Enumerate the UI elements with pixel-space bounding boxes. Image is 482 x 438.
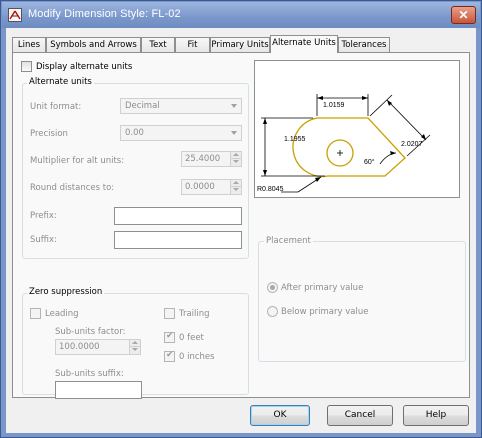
display-alternate-units-label: Display alternate units bbox=[36, 62, 133, 72]
below-primary-radio[interactable] bbox=[267, 306, 278, 317]
tab-lines[interactable]: Lines bbox=[12, 37, 46, 52]
subunits-spin-buttons bbox=[129, 340, 140, 354]
chevron-down-icon bbox=[231, 104, 237, 108]
checkmark-icon: ✔ bbox=[166, 350, 174, 360]
after-primary-label: After primary value bbox=[281, 283, 364, 293]
tab-fit[interactable]: Fit bbox=[175, 37, 210, 52]
placement-group bbox=[258, 241, 466, 362]
preview-drawing: 1.0159 1.1955 2.0207 60° R0.8045 bbox=[257, 94, 431, 193]
subunits-suffix-input[interactable] bbox=[55, 381, 142, 399]
dim-top-label: 1.0159 bbox=[323, 102, 345, 109]
autocad-app-icon bbox=[8, 8, 22, 22]
subunits-factor-stepper[interactable]: 100.0000 bbox=[55, 339, 141, 355]
spin-up-icon[interactable] bbox=[230, 152, 241, 159]
leading-label: Leading bbox=[45, 309, 79, 319]
prefix-label: Prefix: bbox=[30, 211, 57, 221]
dialog-client-area: Lines Symbols and Arrows Text Fit Primar… bbox=[6, 28, 476, 433]
placement-group-title: Placement bbox=[264, 236, 313, 246]
unit-format-select[interactable]: Decimal bbox=[120, 98, 242, 114]
round-distances-label: Round distances to: bbox=[30, 183, 115, 193]
multiplier-stepper[interactable]: 25.4000 bbox=[181, 151, 242, 167]
spin-down-icon[interactable] bbox=[129, 347, 140, 354]
suffix-label: Suffix: bbox=[30, 235, 57, 245]
cancel-button[interactable]: Cancel bbox=[327, 405, 393, 426]
trailing-checkbox[interactable] bbox=[164, 308, 175, 319]
subunits-suffix-label: Sub-units suffix: bbox=[55, 369, 124, 379]
chevron-down-icon bbox=[231, 131, 237, 135]
tab-tolerances[interactable]: Tolerances bbox=[338, 37, 390, 52]
dim-right-label: 2.0207 bbox=[401, 141, 423, 148]
zero-feet-label: 0 feet bbox=[179, 333, 204, 343]
precision-label: Precision bbox=[30, 129, 68, 139]
spin-down-icon[interactable] bbox=[230, 187, 241, 194]
leading-checkbox[interactable] bbox=[30, 308, 41, 319]
dialog-window: Modify Dimension Style: FL-02 ✕ Lines Sy… bbox=[0, 0, 482, 438]
multiplier-value: 25.4000 bbox=[185, 154, 221, 164]
tab-symbols-and-arrows[interactable]: Symbols and Arrows bbox=[46, 37, 141, 52]
alternate-units-group-title: Alternate units bbox=[27, 77, 94, 87]
dim-radius-label: R0.8045 bbox=[257, 186, 284, 193]
part-outline bbox=[292, 117, 406, 178]
unit-format-value: Decimal bbox=[125, 101, 160, 111]
alternate-units-panel: Display alternate units Alternate units … bbox=[12, 52, 470, 399]
checkmark-icon: ✔ bbox=[166, 331, 174, 341]
round-distances-stepper[interactable]: 0.0000 bbox=[181, 179, 242, 195]
tab-strip: Lines Symbols and Arrows Text Fit Primar… bbox=[12, 35, 392, 53]
spin-up-icon[interactable] bbox=[230, 180, 241, 187]
spin-down-icon[interactable] bbox=[230, 159, 241, 166]
close-icon: ✕ bbox=[458, 8, 469, 22]
round-spin-buttons bbox=[230, 180, 241, 194]
tab-text[interactable]: Text bbox=[141, 37, 175, 52]
subunits-factor-label: Sub-units factor: bbox=[55, 327, 126, 337]
close-button[interactable]: ✕ bbox=[451, 6, 476, 24]
tab-alternate-units[interactable]: Alternate Units bbox=[270, 35, 338, 53]
zero-feet-checkbox[interactable]: ✔ bbox=[164, 331, 175, 343]
multiplier-label: Multiplier for alt units: bbox=[30, 156, 125, 166]
subunits-factor-value: 100.0000 bbox=[59, 342, 100, 352]
below-primary-label: Below primary value bbox=[281, 307, 369, 317]
zero-inches-checkbox[interactable]: ✔ bbox=[164, 350, 175, 362]
radio-dot-icon bbox=[270, 285, 275, 290]
after-primary-radio[interactable] bbox=[267, 282, 278, 293]
zero-suppression-group-title: Zero suppression bbox=[27, 287, 105, 297]
suffix-input[interactable] bbox=[114, 231, 242, 249]
ok-button[interactable]: OK bbox=[250, 405, 310, 426]
round-distances-value: 0.0000 bbox=[185, 182, 215, 192]
window-title: Modify Dimension Style: FL-02 bbox=[28, 8, 181, 20]
help-button[interactable]: Help bbox=[403, 405, 469, 426]
unit-format-label: Unit format: bbox=[30, 102, 82, 112]
dim-left-label: 1.1955 bbox=[284, 136, 306, 143]
trailing-label: Trailing bbox=[179, 309, 210, 319]
multiplier-spin-buttons bbox=[230, 152, 241, 166]
display-alternate-units-checkbox[interactable] bbox=[21, 61, 32, 72]
spin-up-icon[interactable] bbox=[129, 340, 140, 347]
precision-value: 0.00 bbox=[125, 128, 144, 138]
zero-inches-label: 0 inches bbox=[179, 352, 215, 362]
title-bar[interactable]: Modify Dimension Style: FL-02 ✕ bbox=[2, 2, 480, 28]
precision-select[interactable]: 0.00 bbox=[120, 125, 242, 141]
tab-primary-units[interactable]: Primary Units bbox=[210, 37, 270, 52]
dim-angle-label: 60° bbox=[364, 158, 375, 166]
dimension-preview: 1.0159 1.1955 2.0207 60° R0.8045 bbox=[254, 60, 460, 198]
prefix-input[interactable] bbox=[114, 207, 242, 225]
